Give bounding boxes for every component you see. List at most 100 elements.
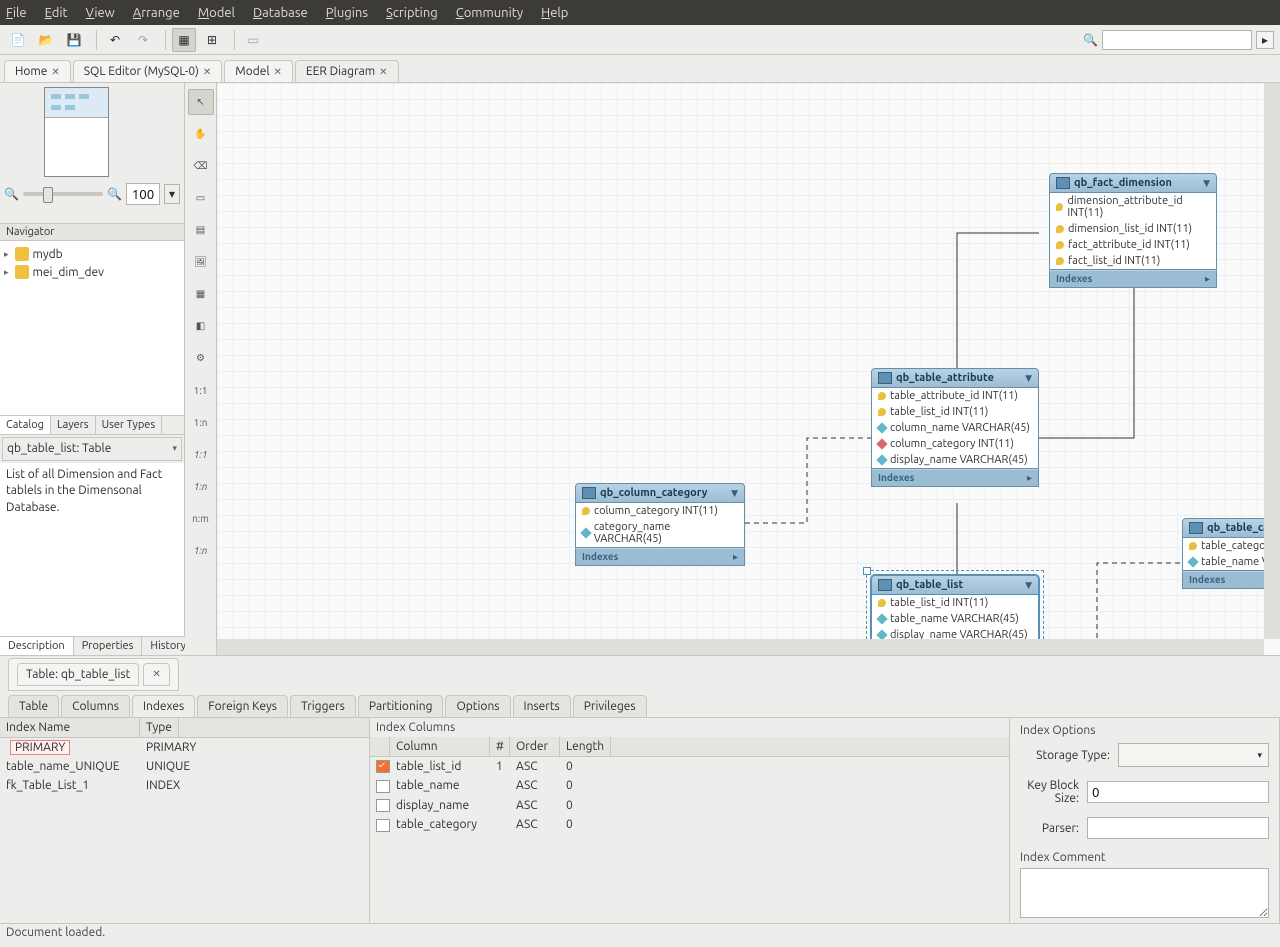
subtab-triggers[interactable]: Triggers [290,695,356,717]
entity-qb_table_attribute[interactable]: qb_table_attribute▼table_attribute_id IN… [871,368,1039,487]
menu-database[interactable]: Database [253,6,308,20]
object-selector[interactable]: qb_table_list: Table [2,437,182,461]
index-columns[interactable]: Index Columns Column # Order Length tabl… [370,718,1010,924]
subtab-options[interactable]: Options [445,695,510,717]
index-column-row[interactable]: table_list_id1ASC0 [370,757,1009,776]
scrollbar-horizontal[interactable] [217,639,1264,655]
close-icon[interactable]: ✕ [274,66,282,78]
tab-sql-editor-mysql-0-[interactable]: SQL Editor (MySQL-0)✕ [73,60,223,82]
subtab-table[interactable]: Table [8,695,59,717]
new-file-icon[interactable]: 📄 [6,28,30,52]
menu-view[interactable]: View [86,6,115,20]
zoom-out-icon[interactable]: 🔍 [4,187,19,201]
menu-plugins[interactable]: Plugins [326,6,368,20]
rel-1n-icon[interactable]: 1:n [188,409,214,435]
subtab-foreign-keys[interactable]: Foreign Keys [197,695,288,717]
diagram-canvas[interactable]: qb_fact_dimension▼dimension_attribute_id… [217,83,1280,655]
menu-model[interactable]: Model [198,6,235,20]
subtab-indexes[interactable]: Indexes [132,695,195,717]
rel-nm-icon[interactable]: n:m [188,505,214,531]
nav-thumbnail[interactable] [44,87,109,177]
scrollbar-vertical[interactable] [1264,83,1280,639]
tab-model[interactable]: Model✕ [224,60,293,82]
table-editor-pane: Table: qb_table_list✕ TableColumnsIndexe… [0,655,1280,923]
checkbox[interactable] [376,760,390,773]
description-tabs: DescriptionPropertiesHistory [0,636,184,655]
index-list[interactable]: Index NameType PRIMARYPRIMARYtable_name_… [0,718,370,924]
rel-pick-icon[interactable]: 1:n [188,537,214,563]
table-tool-icon[interactable]: ▦ [188,281,214,307]
hand-tool-icon[interactable]: ✋ [188,121,214,147]
entity-qb_fact_dimension[interactable]: qb_fact_dimension▼dimension_attribute_id… [1049,173,1217,288]
close-icon[interactable]: ✕ [203,66,211,78]
subtab-privileges[interactable]: Privileges [573,695,647,717]
menu-edit[interactable]: Edit [45,6,68,20]
menu-scripting[interactable]: Scripting [386,6,438,20]
close-icon[interactable]: ✕ [143,663,169,686]
index-comment-input[interactable] [1020,868,1269,918]
search-input[interactable] [1102,30,1252,50]
subtab-partitioning[interactable]: Partitioning [358,695,444,717]
routine-tool-icon[interactable]: ⚙ [188,345,214,371]
menu-help[interactable]: Help [541,6,568,20]
desc-tab-description[interactable]: Description [0,637,74,655]
zoom-input[interactable] [126,183,160,205]
index-row[interactable]: table_name_UNIQUEUNIQUE [0,757,369,776]
grid-align-icon[interactable]: ▦ [172,28,196,52]
panel-tab-user-types[interactable]: User Types [96,416,163,434]
eraser-tool-icon[interactable]: ⌫ [188,153,214,179]
index-row[interactable]: PRIMARYPRIMARY [0,738,369,757]
subtab-columns[interactable]: Columns [61,695,130,717]
open-file-icon[interactable]: 📂 [34,28,58,52]
checkbox[interactable] [376,780,390,793]
index-column-row[interactable]: display_nameASC0 [370,796,1009,815]
entity-qb_column_category[interactable]: qb_column_category▼column_category INT(1… [575,483,745,566]
desc-tab-properties[interactable]: Properties [74,637,143,655]
index-row[interactable]: fk_Table_List_1INDEX [0,776,369,795]
db-item[interactable]: mydb [4,245,180,263]
checkbox[interactable] [376,819,390,832]
left-panel: 🔍 🔍 ▾ Navigator mydbmei_dim_dev CatalogL… [0,83,185,655]
rel-11-icon[interactable]: 1:1 [188,377,214,403]
view-tool-icon[interactable]: ◧ [188,313,214,339]
checkbox[interactable] [376,799,390,812]
db-item[interactable]: mei_dim_dev [4,263,180,281]
panel-tab-layers[interactable]: Layers [51,416,96,434]
subtab-inserts[interactable]: Inserts [513,695,571,717]
menu-community[interactable]: Community [456,6,523,20]
close-icon[interactable]: ✕ [51,66,59,78]
zoom-slider[interactable] [23,192,103,196]
editor-tab-item[interactable]: Table: qb_table_list✕ [8,658,179,691]
catalog-tree[interactable]: mydbmei_dim_dev [0,241,184,415]
undo-icon[interactable]: ↶ [103,28,127,52]
menu-arrange[interactable]: Arrange [133,6,180,20]
tab-eer-diagram[interactable]: EER Diagram✕ [295,60,399,82]
image-tool-icon[interactable]: 🖼 [188,249,214,275]
search-go-icon[interactable]: ▸ [1256,31,1274,49]
menu-file[interactable]: File [6,6,27,20]
grid-icon[interactable]: ⊞ [200,28,224,52]
key-block-size-input[interactable] [1087,781,1269,803]
index-column-row[interactable]: table_nameASC0 [370,776,1009,795]
redo-icon[interactable]: ↷ [131,28,155,52]
index-options: Index Options Storage Type: Key Block Si… [1010,718,1280,924]
editor-subtabs: TableColumnsIndexesForeign KeysTriggersP… [0,691,1280,718]
doc-icon[interactable]: ▭ [241,28,265,52]
layer-tool-icon[interactable]: ▭ [188,185,214,211]
pointer-tool-icon[interactable]: ↖ [188,89,214,115]
rel-11i-icon[interactable]: 1:1 [188,441,214,467]
zoom-in-icon[interactable]: 🔍 [107,187,122,201]
close-icon[interactable]: ✕ [379,66,387,78]
rel-1ni-icon[interactable]: 1:n [188,473,214,499]
panel-tab-catalog[interactable]: Catalog [0,416,51,434]
save-icon[interactable]: 💾 [62,28,86,52]
storage-type-combo[interactable] [1118,743,1269,767]
menubar: File Edit View Arrange Model Database Plugins S… [0,0,1280,25]
zoom-dropdown[interactable]: ▾ [164,184,180,204]
tab-home[interactable]: Home✕ [4,60,71,82]
index-column-row[interactable]: table_categoryASC0 [370,815,1009,834]
parser-input[interactable] [1087,817,1269,839]
search-icon[interactable]: 🔍 [1083,33,1098,47]
toolbar: 📄 📂 💾 ↶ ↷ ▦ ⊞ ▭ 🔍 ▸ [0,25,1280,55]
note-tool-icon[interactable]: ▤ [188,217,214,243]
